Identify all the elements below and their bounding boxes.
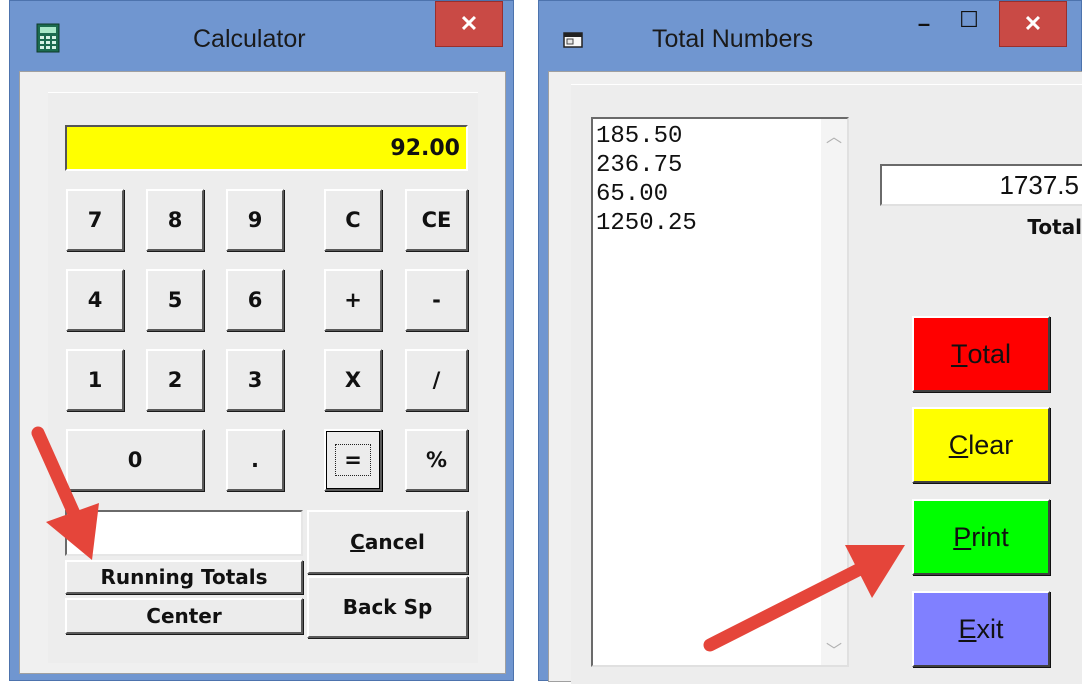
total-hotkey: T <box>950 338 968 369</box>
key-6[interactable]: 6 <box>226 269 284 331</box>
clear-button-label: lear <box>968 429 1014 460</box>
minus-button[interactable]: - <box>405 269 468 331</box>
key-9[interactable]: 9 <box>226 189 284 251</box>
center-button[interactable]: Center <box>65 598 303 634</box>
numbers-list[interactable]: 185.50 236.75 65.00 1250.25 ︿ ﹀ <box>591 117 849 667</box>
window-title: Calculator <box>193 25 306 53</box>
scroll-down-icon[interactable]: ﹀ <box>821 637 847 661</box>
percent-button[interactable]: % <box>405 429 468 491</box>
cancel-button[interactable]: Cancel <box>307 510 468 574</box>
clear-button[interactable]: C <box>324 189 382 251</box>
key-4[interactable]: 4 <box>66 269 124 331</box>
exit-button[interactable]: Exit <box>912 591 1050 667</box>
total-numbers-titlebar[interactable]: Total Numbers – ☐ ✕ <box>539 1 1081 71</box>
calculator-window: Calculator ✕ 92.00 7 8 9 C CE 4 5 6 + - … <box>9 0 514 681</box>
calculator-display: 92.00 <box>65 125 468 171</box>
clear-button[interactable]: Clear <box>912 407 1050 483</box>
key-1[interactable]: 1 <box>66 349 124 411</box>
list-item[interactable]: 1250.25 <box>593 209 847 238</box>
clear-entry-button[interactable]: CE <box>405 189 468 251</box>
backspace-button[interactable]: Back Sp <box>307 576 468 638</box>
multiply-button[interactable]: X <box>324 349 382 411</box>
maximize-button[interactable]: ☐ <box>954 7 984 33</box>
window-icon <box>563 32 583 48</box>
list-item[interactable]: 236.75 <box>593 151 847 180</box>
list-item[interactable]: 185.50 <box>593 122 847 151</box>
window-title: Total Numbers <box>652 25 814 53</box>
equals-label: = <box>335 444 371 476</box>
close-button[interactable]: ✕ <box>435 1 503 47</box>
divide-button[interactable]: / <box>405 349 468 411</box>
key-3[interactable]: 3 <box>226 349 284 411</box>
total-button[interactable]: Total <box>912 316 1050 392</box>
calculator-client-area: 92.00 7 8 9 C CE 4 5 6 + - 1 2 3 X / 0 .… <box>19 71 506 674</box>
list-item[interactable]: 65.00 <box>593 180 847 209</box>
scroll-up-icon[interactable]: ︿ <box>821 123 847 147</box>
calculator-icon <box>36 23 60 53</box>
minimize-button[interactable]: – <box>909 11 939 37</box>
total-value-field[interactable]: 1737.5 <box>880 164 1082 206</box>
key-7[interactable]: 7 <box>66 189 124 251</box>
total-button-label: otal <box>967 338 1012 369</box>
print-hotkey: P <box>953 521 972 552</box>
plus-button[interactable]: + <box>324 269 382 331</box>
running-totals-button[interactable]: Running Totals <box>65 560 303 594</box>
print-button-label: rint <box>971 521 1009 552</box>
equals-button[interactable]: = <box>324 429 382 491</box>
calculator-titlebar[interactable]: Calculator ✕ <box>10 1 513 71</box>
cancel-label: ancel <box>364 530 425 554</box>
running-totals-field[interactable] <box>65 510 303 556</box>
print-button[interactable]: Print <box>912 499 1050 575</box>
list-scrollbar[interactable]: ︿ ﹀ <box>821 119 847 665</box>
total-numbers-window: Total Numbers – ☐ ✕ 185.50 236.75 65.00 … <box>538 0 1082 684</box>
key-8[interactable]: 8 <box>146 189 204 251</box>
exit-button-label: xit <box>976 613 1004 644</box>
key-2[interactable]: 2 <box>146 349 204 411</box>
cancel-hotkey: C <box>350 530 365 554</box>
decimal-button[interactable]: . <box>226 429 284 491</box>
close-button[interactable]: ✕ <box>999 1 1067 47</box>
key-0[interactable]: 0 <box>66 429 204 491</box>
clear-hotkey: C <box>948 429 969 460</box>
exit-hotkey: E <box>958 613 977 644</box>
total-numbers-client-area: 185.50 236.75 65.00 1250.25 ︿ ﹀ 1737.5 T… <box>548 71 1082 684</box>
total-label: Total <box>1027 215 1082 239</box>
key-5[interactable]: 5 <box>146 269 204 331</box>
